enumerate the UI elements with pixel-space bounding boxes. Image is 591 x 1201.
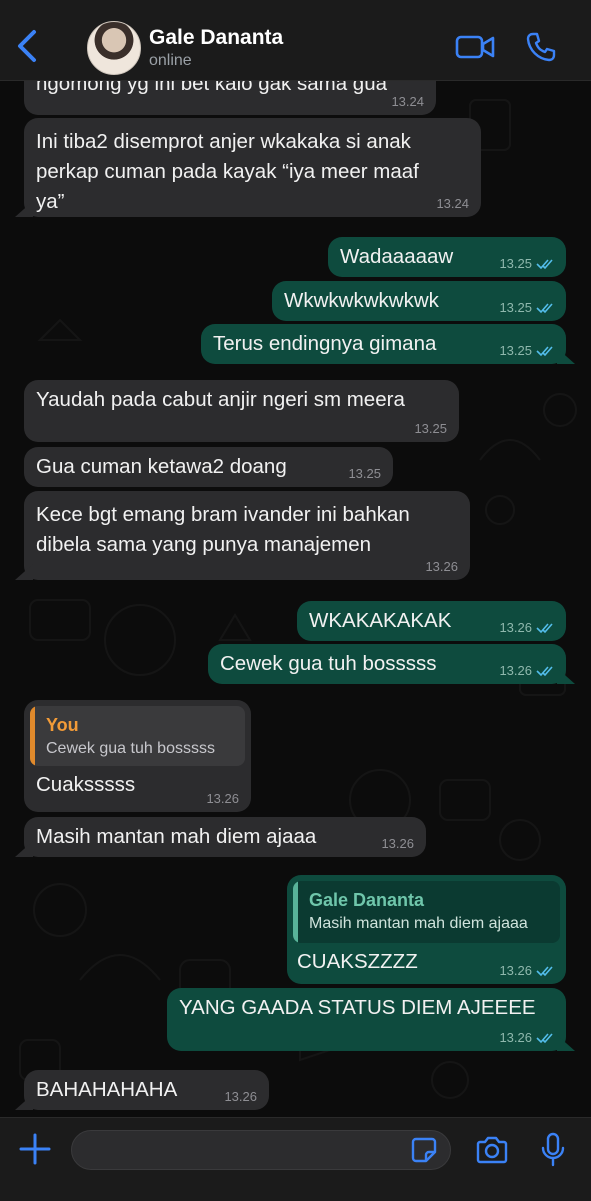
- quote-text: Masih mantan mah diem ajaaa: [309, 915, 528, 932]
- message-time: 13.25: [348, 466, 381, 481]
- camera-icon[interactable]: [475, 1136, 509, 1164]
- message-outgoing[interactable]: Cewek gua tuh bosssss 13.26: [208, 644, 566, 684]
- quote-text: Cewek gua tuh bosssss: [46, 740, 215, 757]
- message-time: 13.24: [436, 196, 469, 211]
- message-outgoing[interactable]: Terus endingnya gimana 13.25: [201, 324, 566, 364]
- contact-name[interactable]: Gale Dananta: [149, 26, 283, 50]
- message-incoming-reply[interactable]: You Cewek gua tuh bosssss Cuaksssss 13.2…: [24, 700, 251, 812]
- message-time: 13.24: [391, 94, 424, 109]
- message-incoming[interactable]: Ini tiba2 disemprot anjer wkakaka si ana…: [24, 118, 481, 217]
- message-time: 13.26: [381, 836, 414, 851]
- read-ticks-icon: [536, 666, 553, 677]
- message-incoming[interactable]: Gua cuman ketawa2 doang 13.25: [24, 447, 393, 487]
- message-time: 13.26: [206, 791, 239, 806]
- message-time: 13.26: [499, 621, 554, 635]
- quote-author: Gale Dananta: [309, 890, 425, 910]
- input-bar: [0, 1117, 591, 1201]
- plus-icon[interactable]: [18, 1132, 52, 1166]
- message-incoming[interactable]: Kece bgt emang bram ivander ini bahkan d…: [24, 491, 470, 580]
- chat-area[interactable]: ngomong yg ini bet kalo gak sama gua 13.…: [0, 80, 591, 1117]
- quote-bar: [293, 881, 298, 943]
- message-incoming[interactable]: BAHAHAHAHA 13.26: [24, 1070, 269, 1110]
- message-time: 13.25: [499, 301, 554, 315]
- message-text: ngomong yg ini bet kalo gak sama gua: [36, 80, 388, 95]
- quoted-message[interactable]: Gale Dananta Masih mantan mah diem ajaaa: [293, 881, 560, 943]
- message-time: 13.26: [224, 1089, 257, 1104]
- message-outgoing-reply[interactable]: Gale Dananta Masih mantan mah diem ajaaa…: [287, 875, 566, 984]
- read-ticks-icon: [536, 259, 553, 270]
- message-time: 13.26: [499, 1031, 554, 1045]
- quoted-message[interactable]: You Cewek gua tuh bosssss: [30, 706, 245, 766]
- message-outgoing[interactable]: Wkwkwkwkwkwk 13.25: [272, 281, 566, 321]
- message-time: 13.26: [499, 964, 554, 978]
- message-time: 13.25: [499, 257, 554, 271]
- message-text: Yaudah pada cabut anjir ngeri sm meera: [36, 388, 405, 411]
- video-call-icon[interactable]: [455, 34, 495, 60]
- message-text: Wadaaaaaw: [340, 245, 454, 268]
- message-text: Gua cuman ketawa2 doang: [36, 455, 287, 478]
- message-time: 13.25: [414, 421, 447, 436]
- message-time: 13.25: [499, 344, 554, 358]
- quote-author: You: [46, 715, 79, 735]
- message-text: Ini tiba2 disemprot anjer wkakaka si ana…: [36, 130, 419, 213]
- message-time: 13.26: [425, 559, 458, 574]
- microphone-icon[interactable]: [540, 1132, 566, 1168]
- read-ticks-icon: [536, 623, 553, 634]
- phone-icon[interactable]: [526, 32, 556, 62]
- message-outgoing[interactable]: Wadaaaaaw 13.25: [328, 237, 566, 277]
- message-text: Kece bgt emang bram ivander ini bahkan d…: [36, 503, 410, 556]
- contact-status: online: [149, 52, 192, 69]
- sticker-icon[interactable]: [410, 1136, 438, 1164]
- message-outgoing[interactable]: YANG GAADA STATUS DIEM AJEEEE 13.26: [167, 988, 566, 1051]
- message-incoming[interactable]: Yaudah pada cabut anjir ngeri sm meera 1…: [24, 380, 459, 442]
- chat-header: Gale Dananta online: [0, 0, 591, 81]
- read-ticks-icon: [536, 1033, 553, 1044]
- read-ticks-icon: [536, 346, 553, 357]
- read-ticks-icon: [536, 303, 553, 314]
- back-button[interactable]: [14, 28, 44, 64]
- message-incoming[interactable]: Masih mantan mah diem ajaaa 13.26: [24, 817, 426, 857]
- message-time: 13.26: [499, 664, 554, 678]
- message-incoming[interactable]: ngomong yg ini bet kalo gak sama gua 13.…: [24, 80, 436, 115]
- read-ticks-icon: [536, 966, 553, 977]
- quote-bar: [30, 706, 35, 766]
- message-outgoing[interactable]: WKAKAKAKAK 13.26: [297, 601, 566, 641]
- message-input[interactable]: [71, 1130, 451, 1170]
- message-text: YANG GAADA STATUS DIEM AJEEEE: [179, 996, 536, 1019]
- avatar[interactable]: [87, 21, 141, 75]
- message-text: Masih mantan mah diem ajaaa: [36, 825, 317, 848]
